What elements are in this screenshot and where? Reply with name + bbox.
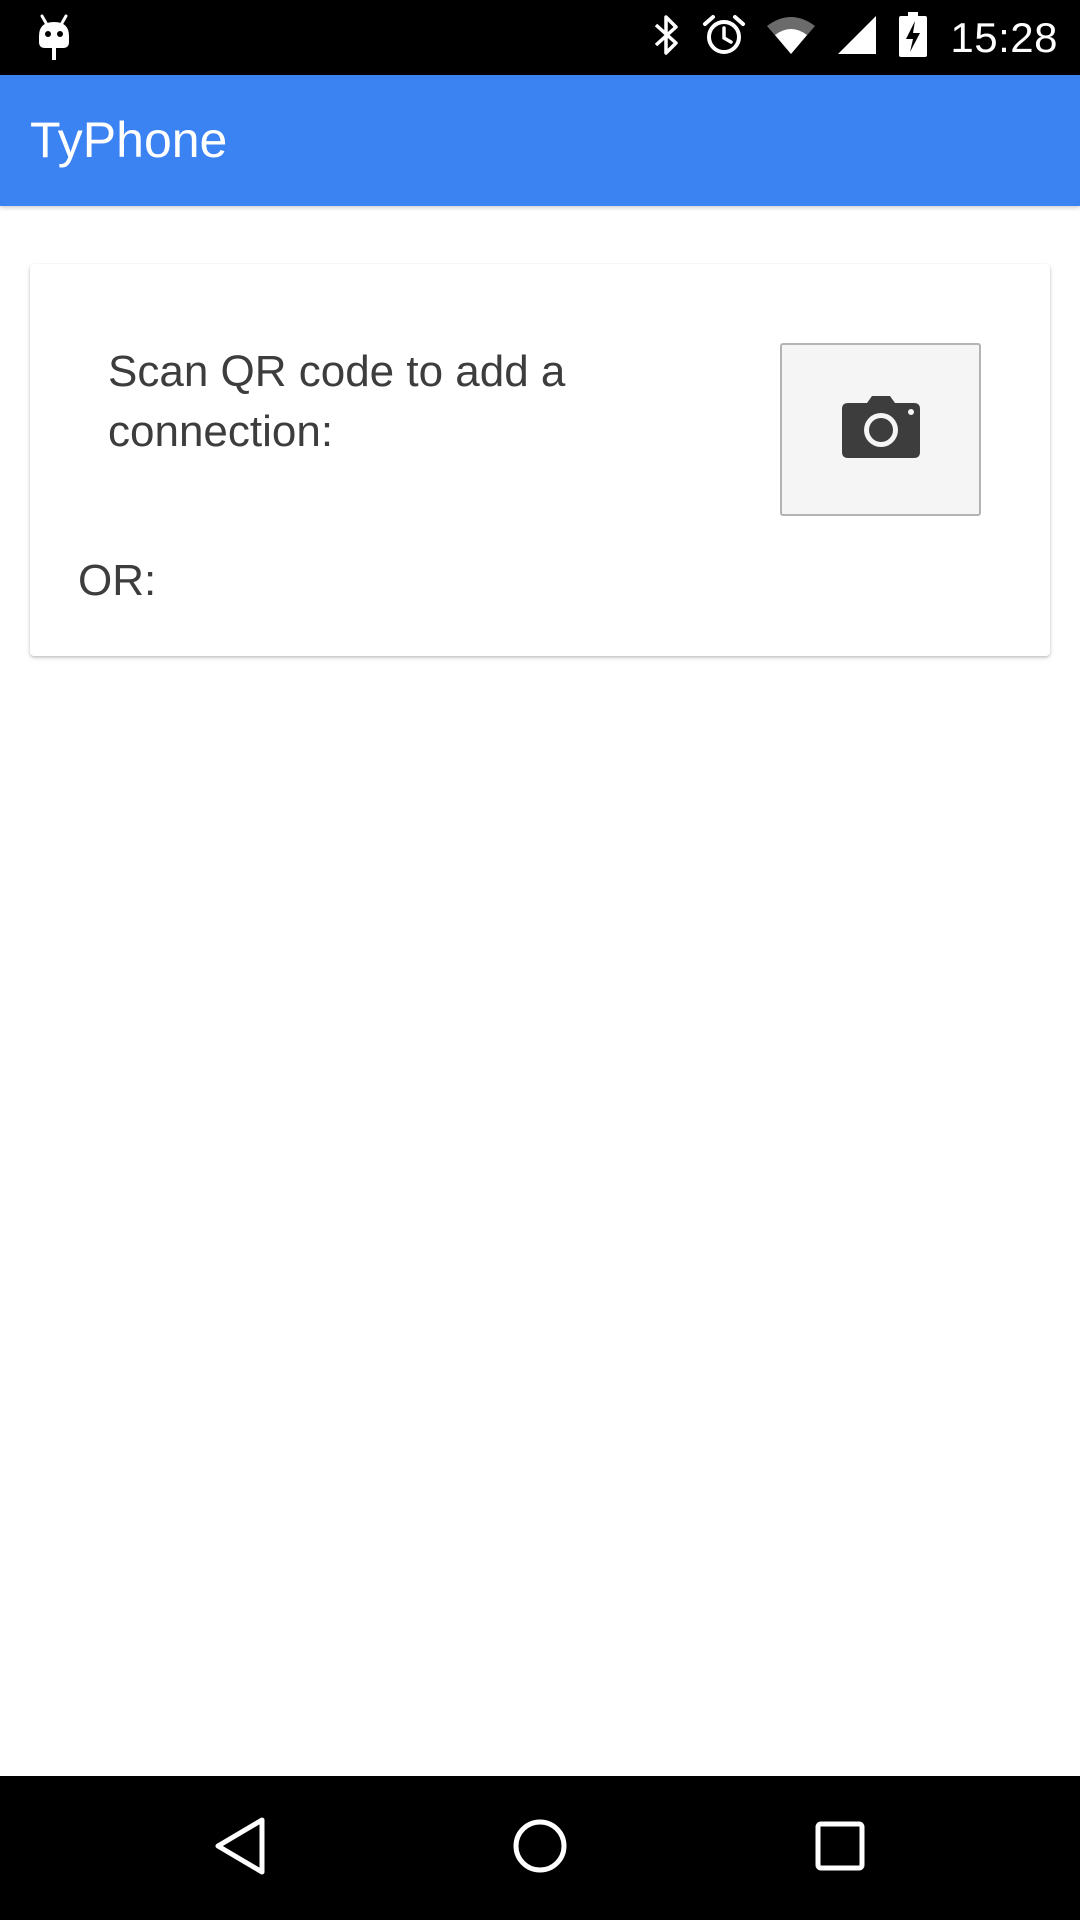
status-icons: 15:28 — [632, 0, 1058, 75]
or-label: OR: — [78, 556, 157, 605]
add-connection-card: Scan QR code to add a connection: OR: — [30, 264, 1050, 656]
recents-icon — [814, 1820, 866, 1877]
status-bar: 15:28 — [0, 0, 1080, 75]
battery-charging-icon — [898, 12, 928, 63]
back-icon — [212, 1816, 268, 1881]
wifi-icon — [766, 14, 816, 61]
app-title: TyPhone — [30, 112, 228, 168]
back-button[interactable] — [170, 1776, 310, 1920]
home-button[interactable] — [470, 1776, 610, 1920]
clock-time: 15:28 — [950, 13, 1058, 61]
alarm-icon — [702, 13, 746, 62]
home-icon — [511, 1817, 569, 1880]
navigation-bar — [0, 1776, 1080, 1920]
bluetooth-icon — [652, 13, 682, 62]
cell-signal-icon — [836, 14, 878, 61]
recents-button[interactable] — [770, 1776, 910, 1920]
scan-qr-label: Scan QR code to add a connection: — [108, 347, 566, 456]
camera-icon — [841, 395, 921, 464]
scan-qr-camera-button[interactable] — [780, 343, 981, 516]
android-debug-icon — [36, 14, 72, 62]
app-bar: TyPhone — [0, 75, 1080, 206]
